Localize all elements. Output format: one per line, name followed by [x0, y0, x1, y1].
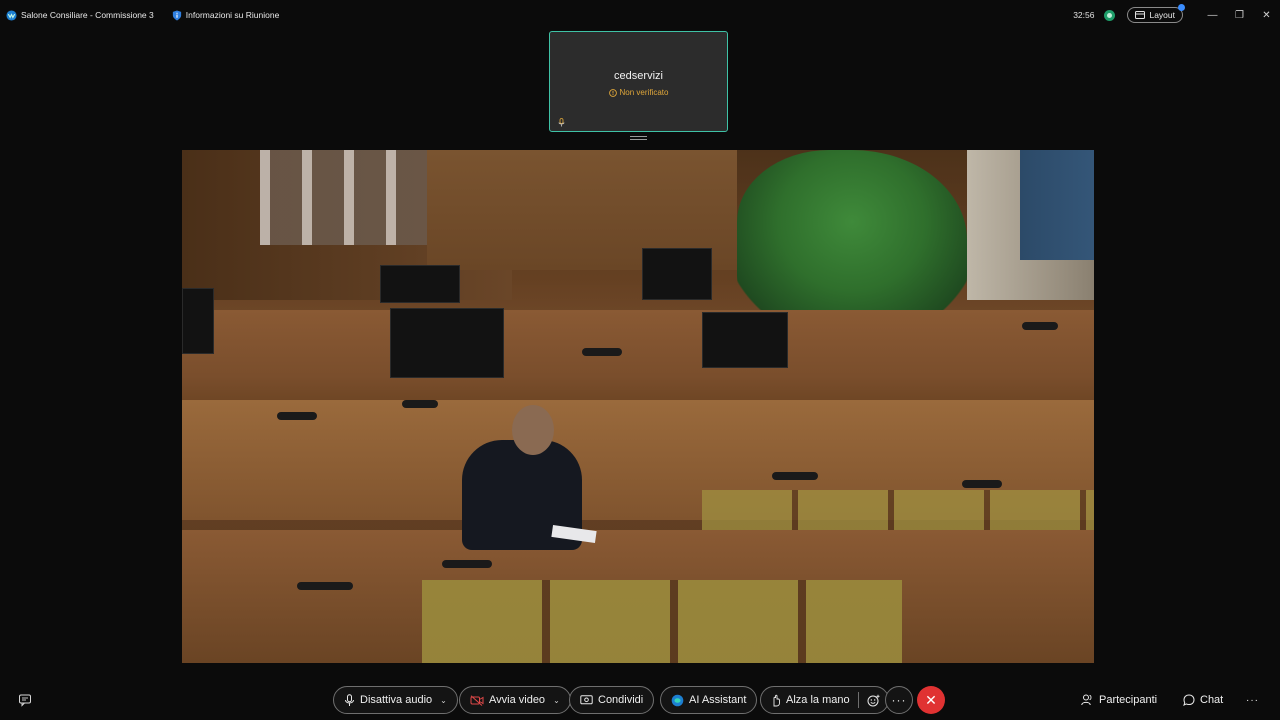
overflow-icon: ··· — [1246, 694, 1259, 706]
video-arches — [260, 150, 428, 245]
leave-meeting-button[interactable]: ✕ — [917, 686, 945, 714]
self-name: cedservizi — [614, 70, 663, 82]
divider — [857, 692, 859, 708]
minimize-button[interactable]: — — [1199, 0, 1226, 30]
more-options-button[interactable]: ··· — [885, 686, 913, 714]
participants-button[interactable]: Partecipanti — [1081, 686, 1157, 714]
video-plant — [737, 150, 967, 330]
ai-assistant-label: AI Assistant — [689, 694, 747, 706]
share-label: Condividi — [598, 694, 644, 706]
close-window-button[interactable]: ✕ — [1253, 0, 1280, 30]
microphone-icon — [558, 118, 565, 127]
video-mic-pod — [277, 412, 317, 420]
video-mic-pod — [772, 472, 818, 480]
close-icon: ✕ — [1262, 9, 1271, 21]
meeting-info-link[interactable]: Informazioni su Riunione — [186, 10, 280, 20]
captions-icon[interactable] — [18, 693, 32, 707]
title-bar-left: Salone Consiliare - Commissione 3 Inform… — [0, 9, 280, 21]
reactions-icon[interactable] — [867, 694, 880, 707]
microphone-icon — [345, 693, 354, 706]
video-front-panels — [422, 580, 902, 663]
video-mic-pod — [582, 348, 622, 356]
warning-icon — [608, 88, 617, 97]
mute-audio-button[interactable]: Disattiva audio ⌄ — [333, 686, 458, 714]
video-mic-pod — [962, 480, 1002, 488]
chat-button[interactable]: Chat — [1183, 686, 1223, 714]
raise-hand-group: Alza la mano — [760, 686, 889, 714]
video-monitor — [380, 265, 460, 303]
video-monitor — [702, 312, 788, 368]
verification-status-text: Non verificato — [619, 88, 669, 97]
restore-button[interactable]: ❐ — [1226, 0, 1253, 30]
raise-hand-label[interactable]: Alza la mano — [786, 694, 850, 706]
share-button[interactable]: Condividi — [569, 686, 655, 714]
video-mic-pod — [402, 400, 438, 408]
close-icon: ✕ — [925, 691, 937, 708]
video-mic-pod — [297, 582, 353, 590]
layout-icon — [1135, 11, 1146, 19]
meeting-timer: 32:56 — [1073, 10, 1095, 20]
webex-icon — [6, 9, 17, 21]
video-monitor — [390, 308, 504, 378]
video-mic-pod — [442, 560, 492, 568]
meeting-title: Salone Consiliare - Commissione 3 — [21, 10, 154, 20]
meeting-controls-bar: Disattiva audio ⌄ Avvia video ⌄ Condivid… — [0, 684, 1280, 716]
title-bar: Salone Consiliare - Commissione 3 Inform… — [0, 0, 1280, 30]
video-person-head — [512, 405, 554, 455]
shield-info-icon[interactable] — [172, 9, 182, 21]
layout-label: Layout — [1149, 10, 1175, 20]
video-mic-pod — [1022, 322, 1058, 330]
start-video-button[interactable]: Avvia video ⌄ — [459, 686, 571, 714]
minimize-icon: — — [1207, 9, 1218, 21]
video-monitor — [182, 288, 214, 354]
overflow-menu-button[interactable]: ··· — [1246, 686, 1259, 714]
chat-label: Chat — [1200, 694, 1224, 706]
main-video-feed — [182, 150, 1094, 663]
connection-status-icon[interactable] — [1104, 9, 1116, 21]
ai-assistant-icon — [671, 694, 684, 706]
share-screen-icon — [580, 694, 593, 704]
start-video-label: Avvia video — [489, 694, 546, 706]
chevron-down-icon[interactable]: ⌄ — [440, 696, 447, 705]
restore-icon: ❐ — [1235, 9, 1244, 21]
notification-badge — [1178, 4, 1185, 11]
chat-icon — [1183, 694, 1195, 706]
more-options-icon: ··· — [891, 693, 907, 707]
resize-handle[interactable] — [630, 136, 647, 140]
video-off-icon — [470, 694, 484, 706]
raise-hand-icon[interactable] — [771, 694, 781, 707]
ai-assistant-button[interactable]: AI Assistant — [660, 686, 758, 714]
verification-status: Non verificato — [550, 88, 727, 97]
layout-button[interactable]: Layout — [1127, 4, 1185, 23]
self-preview-tile[interactable]: cedservizi Non verificato — [549, 31, 728, 132]
participants-icon — [1081, 694, 1092, 706]
participants-label: Partecipanti — [1099, 694, 1158, 706]
video-monitor — [642, 248, 712, 300]
chevron-down-icon[interactable]: ⌄ — [553, 696, 560, 705]
video-door — [1020, 150, 1094, 260]
title-bar-right: 32:56 Layout — ❐ ✕ — [1073, 0, 1280, 30]
mute-audio-label: Disattiva audio — [360, 694, 433, 706]
